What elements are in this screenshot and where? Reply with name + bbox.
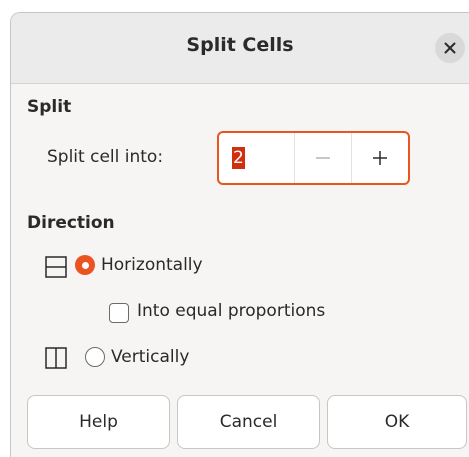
minus-icon	[315, 157, 330, 159]
ok-button[interactable]: OK	[327, 395, 467, 449]
horizontally-radio-option[interactable]: Horizontally	[75, 255, 203, 275]
split-count-stepper[interactable]: 2	[217, 131, 410, 185]
split-count-value: 2	[232, 147, 245, 169]
plus-icon	[372, 151, 387, 165]
split-cells-dialog: Split Cells Split Split cell into: 2 Dir…	[10, 12, 469, 457]
dialog-title: Split Cells	[186, 34, 294, 56]
cancel-button[interactable]: Cancel	[177, 395, 320, 449]
dialog-titlebar: Split Cells	[11, 13, 469, 84]
equal-proportions-checkbox[interactable]	[109, 303, 129, 323]
horizontally-label: Horizontally	[101, 255, 203, 275]
help-button[interactable]: Help	[27, 395, 170, 449]
close-icon	[444, 42, 456, 54]
split-vertical-icon	[45, 347, 67, 369]
vertically-label: Vertically	[111, 347, 190, 367]
split-section-heading: Split	[27, 97, 72, 117]
close-button[interactable]	[435, 33, 465, 63]
split-count-input[interactable]: 2	[219, 133, 296, 183]
direction-section-heading: Direction	[27, 213, 115, 233]
equal-proportions-label: Into equal proportions	[137, 301, 326, 321]
split-cell-into-label: Split cell into:	[47, 147, 164, 167]
vertically-radio-option[interactable]: Vertically	[85, 347, 189, 367]
horizontally-radio[interactable]	[75, 255, 95, 275]
vertically-radio[interactable]	[85, 347, 105, 367]
decrement-button[interactable]	[295, 133, 352, 183]
increment-button[interactable]	[352, 133, 408, 183]
split-horizontal-icon	[45, 256, 67, 278]
